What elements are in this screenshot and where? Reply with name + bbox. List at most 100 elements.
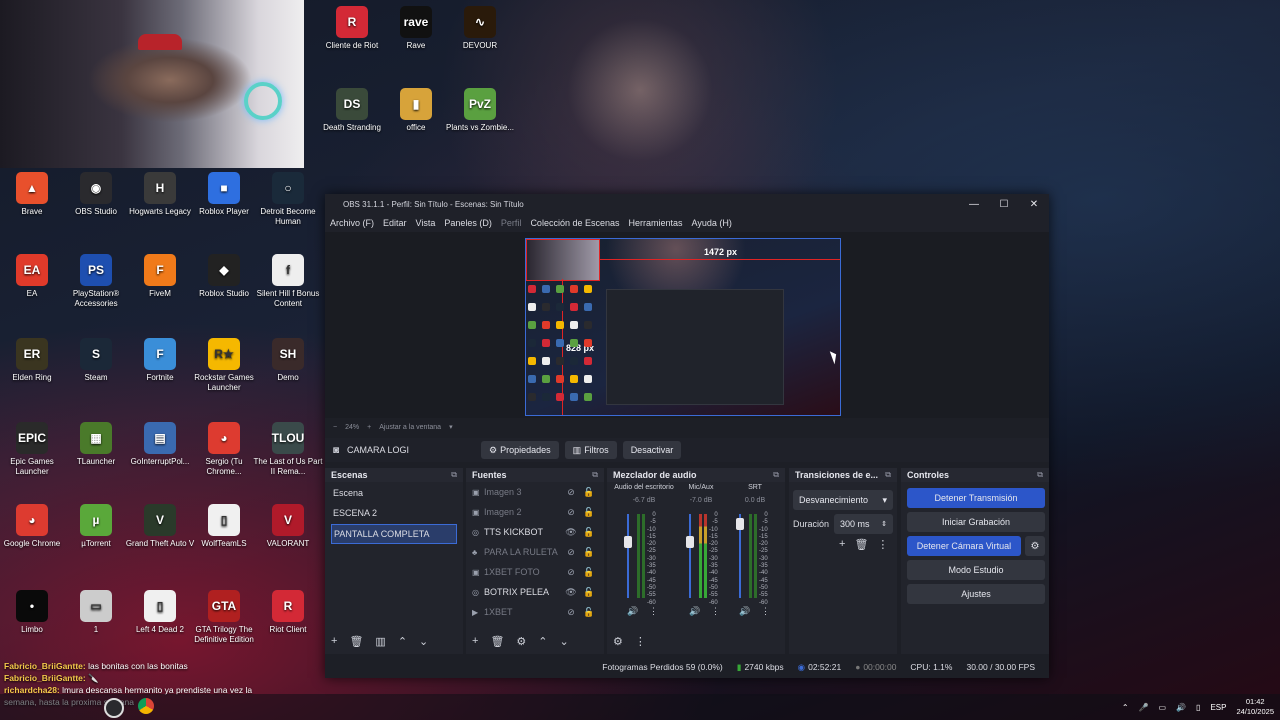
volume-icon[interactable]: 🔊 [1176, 703, 1186, 712]
menu-editar[interactable]: Editar [383, 218, 407, 228]
desktop-icon[interactable]: SH Demo [252, 338, 324, 383]
volume-knob[interactable] [624, 536, 632, 548]
add-scene-button[interactable]: + [331, 635, 337, 648]
speaker-icon[interactable]: 🔊 [627, 606, 638, 617]
add-transition-button[interactable]: + [839, 538, 845, 551]
desktop-icon[interactable]: ▯ Left 4 Dead 2 [124, 590, 196, 635]
desktop-icon[interactable]: EA EA [0, 254, 68, 299]
network-icon[interactable]: ▭ [1159, 703, 1167, 712]
desktop-icon[interactable]: EPIC Epic Games Launcher [0, 422, 68, 477]
mixer-settings-icon[interactable]: ⚙ [613, 635, 623, 648]
source-item[interactable]: ▣ Imagen 3 ⊘ 🔓 [466, 482, 604, 502]
desktop-icon[interactable]: R Cliente de Riot [316, 6, 388, 51]
volume-slider[interactable] [689, 514, 691, 598]
lock-icon[interactable]: 🔓 [580, 547, 598, 558]
undock-icon[interactable]: ⧉ [1037, 470, 1043, 480]
desktop-icon[interactable]: µ µTorrent [60, 504, 132, 549]
source-item[interactable]: ◎ TTS KICKBOT 👁 🔓 [466, 522, 604, 542]
eye-hidden-icon[interactable]: ⊘ [562, 487, 580, 498]
move-up-icon[interactable]: ⌃ [398, 635, 407, 648]
start-recording-button[interactable]: Iniciar Grabación [907, 512, 1045, 532]
desktop-icon[interactable]: ◆ Roblox Studio [188, 254, 260, 299]
scene-filters-icon[interactable]: ▥ [375, 635, 385, 648]
scene-item[interactable]: Escena [331, 484, 457, 502]
microphone-icon[interactable]: 🎤 [1139, 703, 1149, 712]
desktop-icon[interactable]: ▲ Brave [0, 172, 68, 217]
lock-icon[interactable]: 🔓 [580, 607, 598, 618]
desktop-icon[interactable]: ○ Detroit Become Human [252, 172, 324, 227]
clock[interactable]: 01:42 24/10/2025 [1236, 697, 1274, 717]
menu-vista[interactable]: Vista [416, 218, 436, 228]
desktop-icon[interactable]: S Steam [60, 338, 132, 383]
desktop-icon[interactable]: R★ Rockstar Games Launcher [188, 338, 260, 393]
scene-item[interactable]: ESCENA 2 [331, 504, 457, 522]
maximize-button[interactable]: ☐ [989, 199, 1019, 210]
menu-archivo[interactable]: Archivo (F) [330, 218, 374, 228]
obs-taskbar-icon[interactable] [104, 698, 124, 718]
more-options-icon[interactable]: ⋮ [711, 606, 720, 617]
more-options-icon[interactable]: ⋮ [877, 538, 888, 551]
desktop-icon[interactable]: • Limbo [0, 590, 68, 635]
desktop-icon[interactable]: ∿ DEVOUR [444, 6, 516, 51]
stop-virtual-camera-button[interactable]: Detener Cámara Virtual [907, 536, 1021, 556]
gear-icon[interactable]: ⚙ [1025, 536, 1045, 556]
source-item[interactable]: ▣ 1XBET FOTO ⊘ 🔓 [466, 562, 604, 582]
lock-icon[interactable]: 🔓 [580, 527, 598, 538]
spinner-icon[interactable]: ⇕ [881, 520, 887, 528]
stop-stream-button[interactable]: Detener Transmisión [907, 488, 1045, 508]
more-options-icon[interactable]: ⋮ [649, 606, 658, 617]
desktop-icon[interactable]: ◉ OBS Studio [60, 172, 132, 217]
eye-hidden-icon[interactable]: ⊘ [562, 567, 580, 578]
preview-canvas[interactable]: 1472 px 828 px [525, 238, 841, 416]
desktop-icon[interactable]: ◕ Google Chrome [0, 504, 68, 549]
more-options-icon[interactable]: ⋮ [761, 606, 770, 617]
speaker-icon[interactable]: 🔊 [689, 606, 700, 617]
desktop-icon[interactable]: H Hogwarts Legacy [124, 172, 196, 217]
source-item[interactable]: ♣ PARA LA RULETA ⊘ 🔓 [466, 542, 604, 562]
lock-icon[interactable]: 🔓 [580, 567, 598, 578]
desktop-icon[interactable]: ▯ WolfTeamLS [188, 504, 260, 549]
undock-icon[interactable]: ⧉ [451, 470, 457, 480]
lock-icon[interactable]: 🔓 [580, 507, 598, 518]
desktop-icon[interactable]: ▤ GoInterruptPol... [124, 422, 196, 467]
deactivate-button[interactable]: Desactivar [622, 441, 682, 459]
move-up-icon[interactable]: ⌃ [538, 635, 547, 648]
desktop-icon[interactable]: F Fortnite [124, 338, 196, 383]
desktop-icon[interactable]: rave Rave [380, 6, 452, 51]
properties-button[interactable]: ⚙ Propiedades [481, 441, 559, 459]
desktop-icon[interactable]: GTA GTA Trilogy The Definitive Edition [188, 590, 260, 645]
trash-icon[interactable]: 🗑 [490, 635, 504, 648]
desktop-icon[interactable]: ▮ office [380, 88, 452, 133]
undock-icon[interactable]: ⧉ [885, 470, 891, 480]
zoom-dropdown-icon[interactable]: ▾ [449, 423, 453, 431]
preview-area[interactable]: 1472 px 828 px [325, 232, 1049, 418]
scene-item-selected[interactable]: PANTALLA COMPLETA [331, 524, 457, 544]
desktop-icon[interactable]: ■ Roblox Player [188, 172, 260, 217]
language-indicator[interactable]: ESP [1210, 703, 1226, 712]
more-options-icon[interactable]: ⋮ [635, 635, 646, 648]
undock-icon[interactable]: ⧉ [773, 470, 779, 480]
chevron-up-icon[interactable]: ⌃ [1122, 703, 1129, 712]
eye-hidden-icon[interactable]: ⊘ [562, 607, 580, 618]
volume-knob[interactable] [686, 536, 694, 548]
desktop-icon[interactable]: R Riot Client [252, 590, 324, 635]
filters-button[interactable]: ▥ Filtros [564, 441, 617, 459]
desktop-icon[interactable]: V Grand Theft Auto V [124, 504, 196, 549]
desktop-icon[interactable]: F FiveM [124, 254, 196, 299]
desktop-icon[interactable]: ▭ 1 [60, 590, 132, 635]
desktop-icon[interactable]: PvZ Plants vs Zombie... [444, 88, 516, 133]
volume-slider[interactable] [627, 514, 629, 598]
menu-herramientas[interactable]: Herramientas [629, 218, 683, 228]
zoom-in-button[interactable]: + [367, 424, 371, 431]
preview-webcam-source[interactable] [526, 239, 600, 281]
source-item[interactable]: ▶ 1XBET ⊘ 🔓 [466, 602, 604, 622]
move-down-icon[interactable]: ⌄ [419, 635, 428, 648]
speaker-icon[interactable]: 🔊 [739, 606, 750, 617]
menu-coleccion-escenas[interactable]: Colección de Escenas [530, 218, 619, 228]
trash-icon[interactable]: 🗑 [349, 635, 363, 648]
desktop-icon[interactable]: V VALORANT [252, 504, 324, 549]
menu-paneles[interactable]: Paneles (D) [444, 218, 492, 228]
desktop-icon[interactable]: ER Elden Ring [0, 338, 68, 383]
minimize-button[interactable]: — [959, 199, 989, 210]
chrome-taskbar-icon[interactable] [138, 698, 154, 714]
